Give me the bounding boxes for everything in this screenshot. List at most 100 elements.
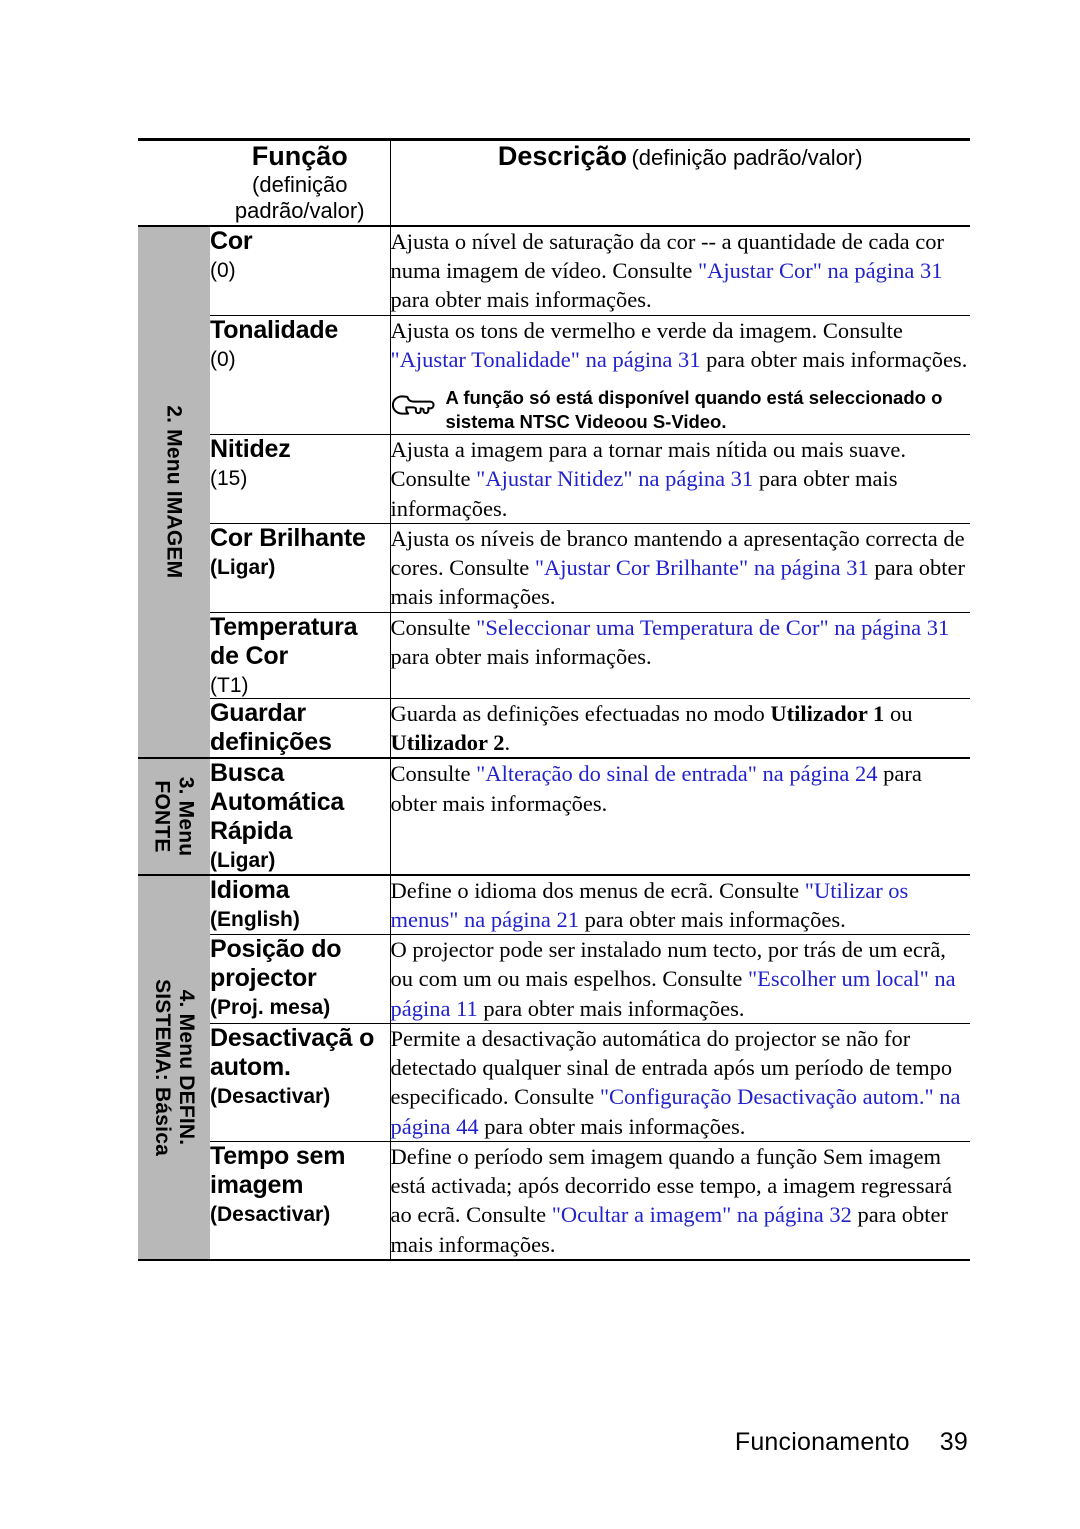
table-row: Nitidez (15) Ajusta a imagem para a tornar…: [138, 434, 971, 524]
table-row: 4. Menu DEFIN. SISTEMA: Básica Idioma (Engl…: [138, 873, 971, 1260]
function-cell: Busca Automática Rápida (Ligar): [210, 757, 390, 875]
section-tab-label: 2. Menu IMAGEM: [162, 406, 186, 579]
desc-link[interactable]: "Ajustar Tonalidade" na página 31: [391, 347, 701, 372]
function-name: Posição do projector: [210, 935, 342, 993]
function-cell: Nitidez (15): [210, 434, 390, 524]
table-row: Tempo sem imagem (Desactivar) Define o per…: [138, 1140, 971, 1260]
function-cell: Idioma (English): [210, 873, 390, 935]
desc-text: para obter mais informações.: [390, 643, 652, 669]
desc-link[interactable]: "Ajustar Cor" na página 31: [698, 258, 943, 283]
table-row: Cor Brilhante (Ligar) Ajusta os níveis de …: [138, 522, 971, 613]
section-tab-inner: 4. Menu DEFIN. SISTEMA: Básica: [138, 876, 210, 1259]
table-header-row: Função (definição padrão/valor) Descrição …: [138, 137, 970, 226]
document-page: Função (definição padrão/valor) Descrição …: [0, 0, 1080, 1529]
header-description-subtitle: (definição padrão/valor): [631, 145, 863, 170]
description-body: Ajusta a imagem para a tornar mais nítid…: [391, 435, 971, 523]
header-function-subtitle: (definição padrão/valor): [234, 172, 365, 224]
function-note: A função só está disponível quando está …: [391, 386, 971, 434]
function-default-value: (English): [210, 907, 300, 931]
description-body: Ajusta o nível de saturação da cor -- a …: [391, 227, 971, 315]
description-cell: Define o idioma dos menus de ecrã. Consu…: [389, 873, 971, 935]
desc-link[interactable]: "Ocultar a imagem" na página 32: [552, 1202, 852, 1227]
description-body: O projector pode ser instalado num tecto…: [391, 935, 971, 1023]
desc-link[interactable]: "Alteração do sinal de entrada" na págin…: [476, 761, 877, 786]
section-tab-inner: 3. Menu FONTE: [138, 759, 210, 873]
function-cell: Temperatura de Cor (T1): [210, 611, 390, 699]
pointing-hand-icon: [391, 395, 435, 415]
function-cell: Guardar definições: [210, 697, 390, 759]
desc-text: para obter mais informações.: [579, 906, 846, 932]
section-tab: 2. Menu IMAGEM: [138, 224, 210, 759]
desc-text: Guarda as definições efectuadas no modo: [390, 700, 771, 726]
section-tab-label: 4. Menu DEFIN. SISTEMA: Básica: [150, 979, 198, 1156]
function-cell: Posição do projector (Proj. mesa): [210, 934, 390, 1024]
description-cell: O projector pode ser instalado num tecto…: [389, 934, 971, 1024]
function-default-value: (Ligar): [210, 849, 276, 873]
header-tab-spacer: [138, 137, 210, 226]
desc-text: para obter mais informações.: [477, 995, 745, 1021]
footer-page-number: 39: [939, 1428, 968, 1456]
function-default-value: (Proj. mesa): [210, 996, 331, 1020]
table-row: 3. Menu FONTE Busca Automática Rápida (Liga…: [138, 757, 971, 875]
desc-text: Ajusta os tons de vermelho e verde da im…: [390, 317, 903, 343]
function-name: Tonalidade: [210, 315, 339, 344]
table-row: 2. Menu IMAGEM Cor (0) Ajusta o nível de sa…: [138, 224, 971, 759]
function-name: Cor: [210, 226, 253, 255]
footer-chapter: Funcionamento: [734, 1428, 910, 1456]
section-tab-line: FONTE: [151, 780, 175, 853]
header-function-cell: Função (definição padrão/valor): [210, 137, 390, 226]
desc-emphasis: Utilizador 2: [390, 730, 505, 756]
function-default-value: (0): [210, 347, 236, 371]
desc-text: ou: [884, 700, 913, 726]
desc-link[interactable]: "Ajustar Cor Brilhante" na página 31: [535, 555, 869, 580]
function-name: Desactivaçã o autom.: [210, 1023, 375, 1081]
desc-emphasis: Utilizador 1: [770, 700, 885, 726]
function-name: Idioma: [210, 875, 290, 904]
function-name: Temperatura de Cor: [210, 612, 358, 670]
function-name: Busca Automática Rápida: [210, 759, 345, 846]
desc-text: para obter mais informações.: [390, 287, 652, 313]
table-row: Desactivaçã o autom. (Desactivar) Permite …: [138, 1022, 971, 1142]
section-tab: 4. Menu DEFIN. SISTEMA: Básica: [138, 873, 210, 1260]
table-row: Temperatura de Cor (T1) Consulte "Seleccio…: [138, 611, 970, 699]
description-cell: Consulte "Seleccionar uma Temperatura de…: [389, 611, 970, 699]
bottom-rule-description: [390, 1258, 970, 1262]
section-tab-line: 2. Menu IMAGEM: [162, 405, 186, 579]
function-default-value: (T1): [210, 673, 249, 697]
desc-link[interactable]: "Ajustar Nitidez" na página 31: [476, 466, 753, 491]
bottom-rule-function: [210, 1258, 390, 1262]
desc-text: para obter mais informações.: [700, 346, 968, 372]
section-tab-line: 4. Menu DEFIN.: [174, 989, 198, 1145]
header-description-title: Descrição: [497, 141, 627, 171]
description-cell: Guarda as definições efectuadas no modo …: [389, 697, 970, 759]
desc-text: Consulte: [390, 761, 477, 787]
description-cell: Ajusta o nível de saturação da cor -- a …: [389, 224, 971, 316]
desc-link[interactable]: "Seleccionar uma Temperatura de Cor" na …: [476, 615, 949, 640]
header-function-title: Função: [251, 141, 348, 171]
description-body: Define o idioma dos menus de ecrã. Consu…: [391, 876, 971, 935]
function-note-text: A função só está disponível quando está …: [445, 387, 943, 433]
bottom-rule-tab: [138, 1258, 210, 1262]
description-body: Ajusta os tons de vermelho e verde da im…: [391, 316, 971, 375]
description-cell: Permite a desactivação automática do pro…: [389, 1022, 971, 1142]
description-cell: Define o período sem imagem quando a fun…: [389, 1140, 971, 1260]
section-tab-inner: 2. Menu IMAGEM: [138, 227, 210, 758]
function-name: Nitidez: [210, 435, 291, 464]
desc-text: para obter mais informações.: [478, 1113, 746, 1139]
description-body: Consulte "Alteração do sinal de entrada"…: [391, 759, 971, 818]
section-tab: 3. Menu FONTE: [138, 757, 210, 875]
function-cell: Tempo sem imagem (Desactivar): [210, 1140, 390, 1260]
description-cell: Ajusta os tons de vermelho e verde da im…: [389, 314, 971, 435]
section-tab-label: 3. Menu FONTE: [150, 777, 198, 857]
header-description-cell: Descrição (definição padrão/valor): [389, 137, 970, 226]
function-default-value: (Ligar): [210, 555, 276, 579]
description-body: Ajusta os níveis de branco mantendo a ap…: [391, 524, 971, 612]
function-cell: Desactivaçã o autom. (Desactivar): [210, 1022, 390, 1142]
description-body: Permite a desactivação automática do pro…: [391, 1024, 971, 1141]
description-body: Define o período sem imagem quando a fun…: [391, 1142, 971, 1259]
desc-text: Consulte: [390, 614, 477, 640]
description-cell: Ajusta a imagem para a tornar mais nítid…: [389, 434, 971, 524]
page-footer: Funcionamento 39: [735, 1428, 968, 1457]
function-default-value: (0): [210, 258, 236, 282]
table-row: Tonalidade (0) Ajusta os tons de vermelho …: [138, 314, 971, 435]
